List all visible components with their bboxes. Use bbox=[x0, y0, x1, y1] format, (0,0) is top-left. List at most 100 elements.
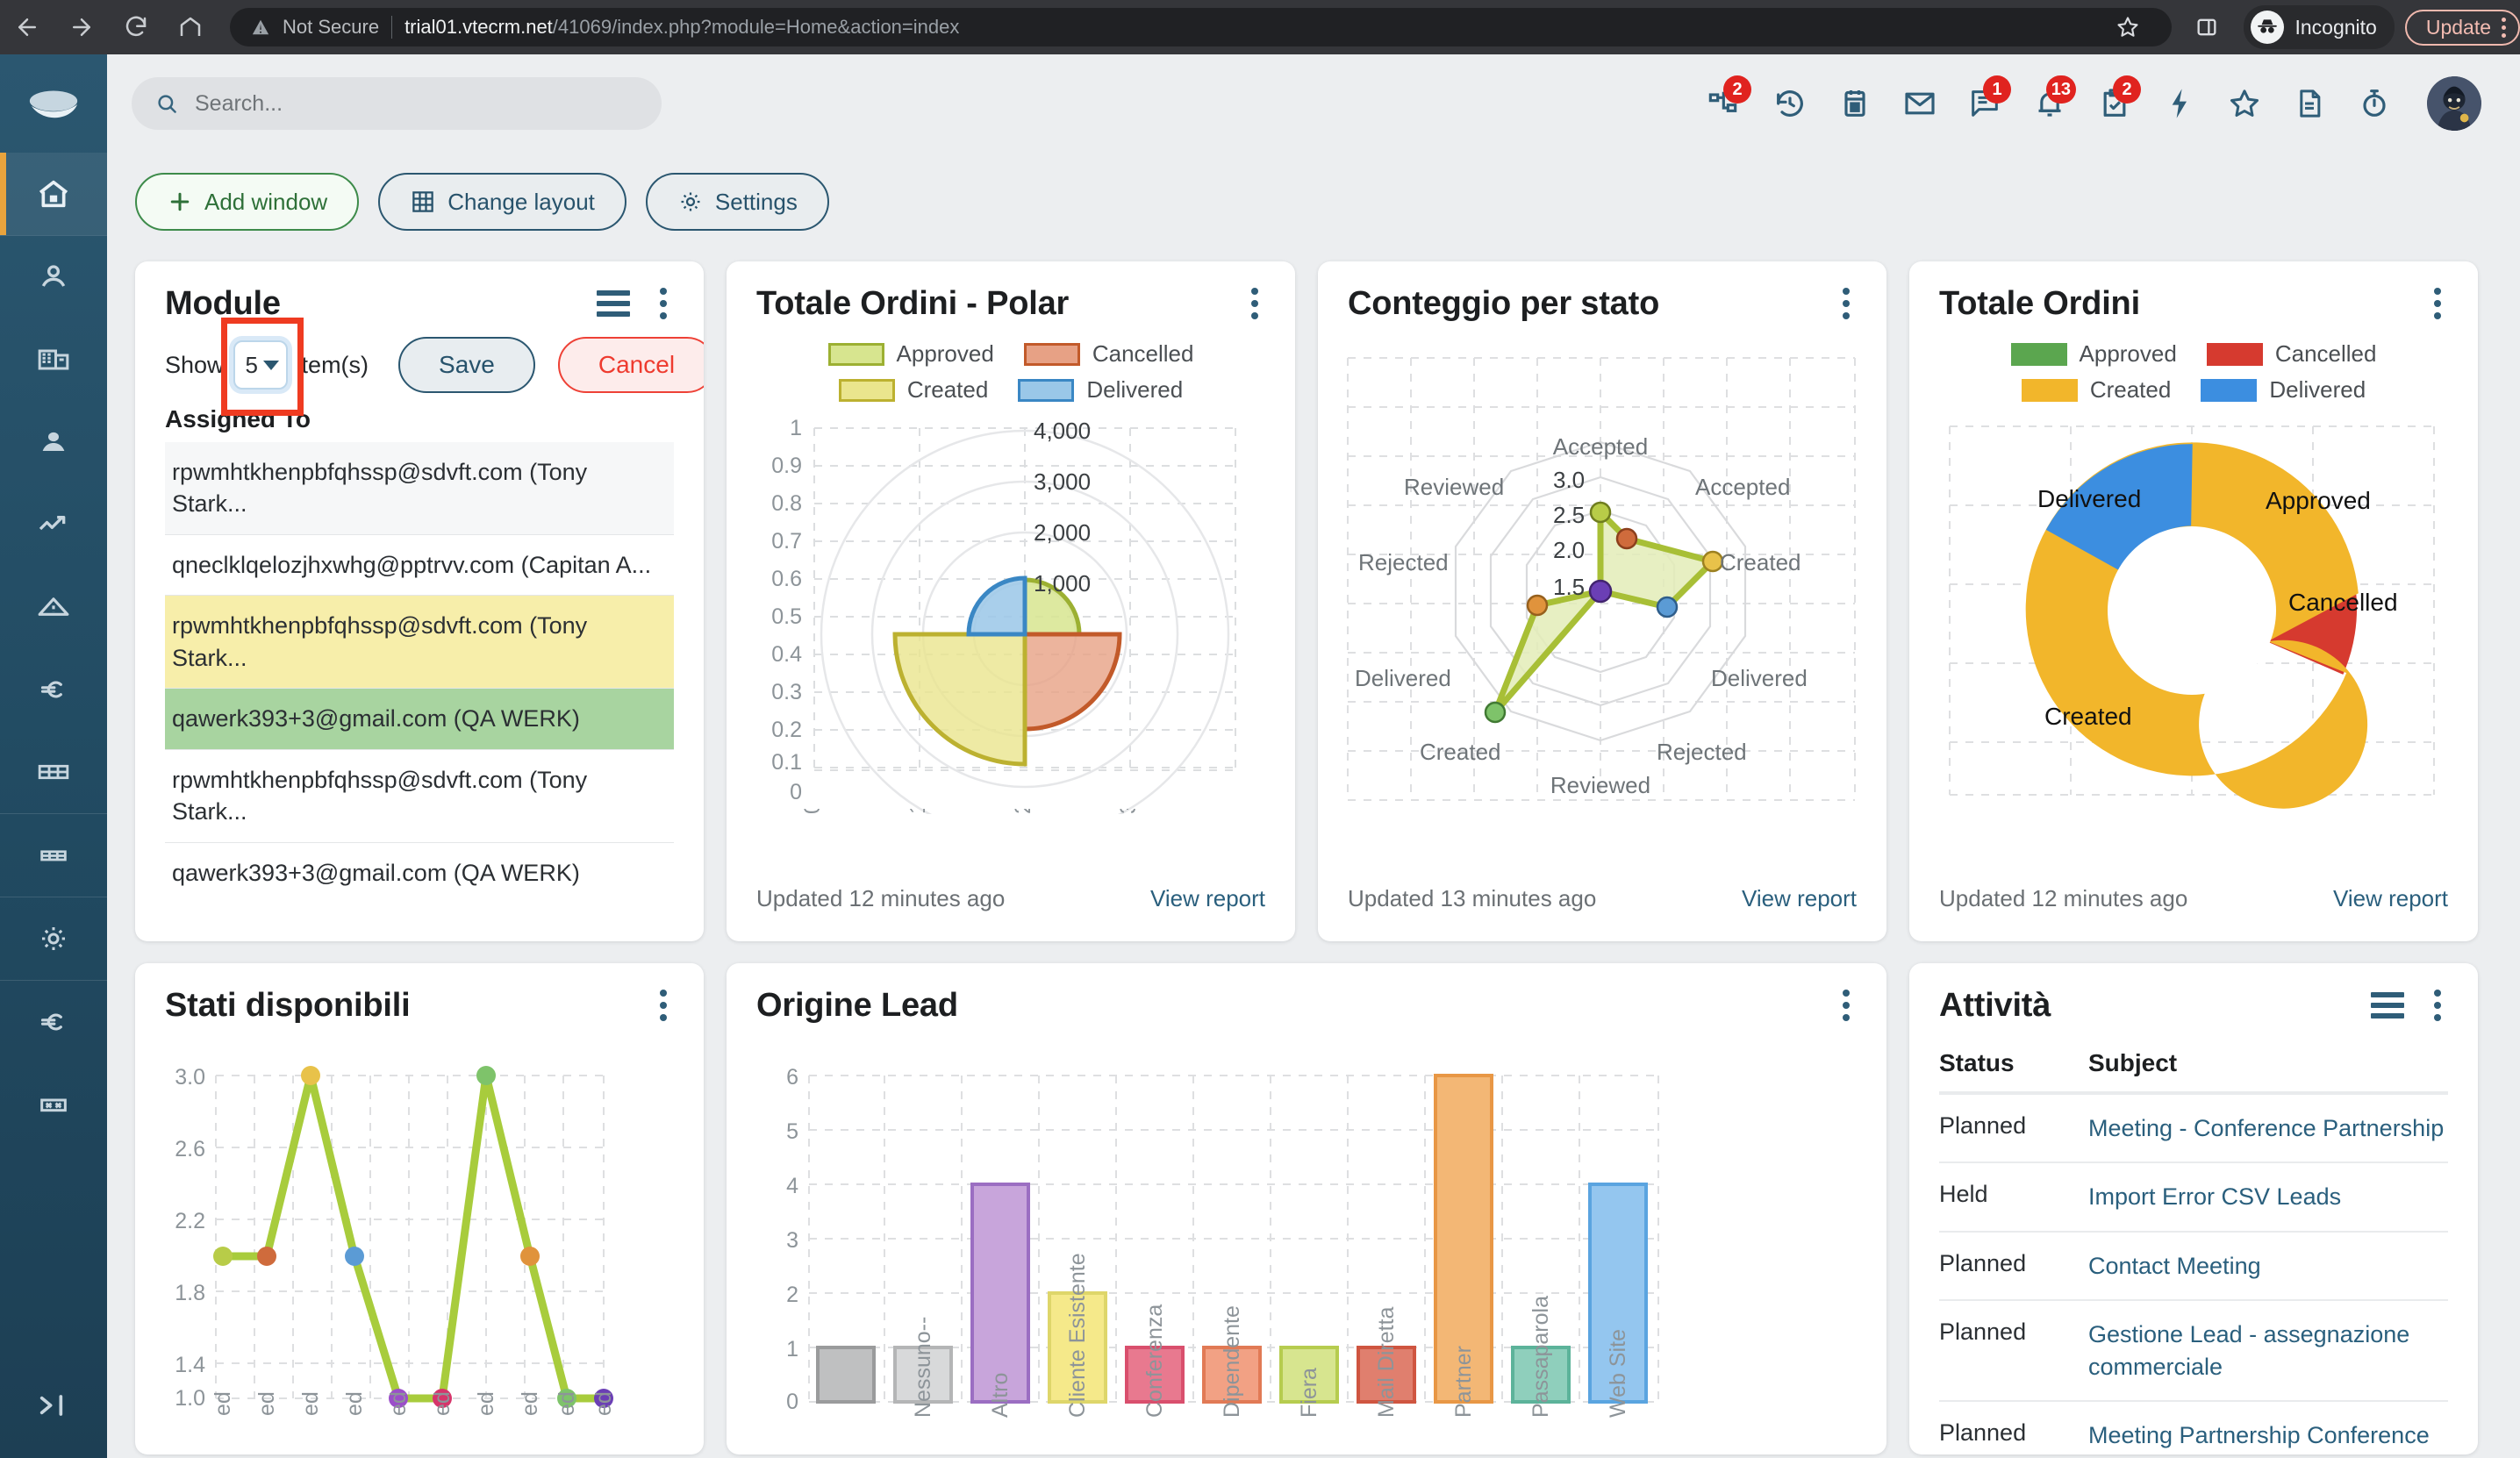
widget-menu-icon[interactable] bbox=[2427, 284, 2448, 323]
widget-title: Conteggio per stato bbox=[1348, 284, 1660, 322]
side-panel-icon[interactable] bbox=[2184, 4, 2230, 50]
list-item[interactable]: qawerk393+3@gmail.com (QA WERK) bbox=[165, 689, 674, 750]
star-icon[interactable] bbox=[2220, 79, 2269, 128]
y-tick: 3 bbox=[786, 1228, 798, 1253]
avatar[interactable] bbox=[2427, 76, 2481, 131]
view-report-link[interactable]: View report bbox=[1742, 885, 1857, 912]
mail-icon[interactable] bbox=[1895, 79, 1944, 128]
cell-subject[interactable]: Meeting Partnership Conference bbox=[2088, 1419, 2430, 1451]
widget-menu-icon[interactable] bbox=[1244, 284, 1265, 323]
widget-menu-icon[interactable] bbox=[653, 986, 674, 1025]
cell-subject[interactable]: Import Error CSV Leads bbox=[2088, 1181, 2341, 1212]
settings-button[interactable]: Settings bbox=[645, 173, 829, 231]
app-logo-icon[interactable] bbox=[0, 54, 107, 153]
profile-chip[interactable]: Incognito bbox=[2244, 5, 2395, 49]
add-window-label: Add window bbox=[204, 188, 328, 215]
widget-menu-icon[interactable] bbox=[653, 284, 674, 323]
tasks-icon[interactable]: 2 bbox=[2090, 75, 2141, 128]
list-item[interactable]: rpwmhtkhenpbfqhssp@sdvft.com (Tony Stark… bbox=[165, 596, 674, 690]
org-chart-icon[interactable]: 2 bbox=[1700, 75, 1751, 128]
cell-subject[interactable]: Gestione Lead - assegnazione commerciale bbox=[2088, 1319, 2448, 1383]
radar-axis-label: Accepted bbox=[1695, 474, 1790, 500]
sidebar-item-campaign[interactable] bbox=[0, 566, 107, 648]
grid-icon bbox=[412, 191, 433, 212]
table-row: Planned Meeting Partnership Conference bbox=[1939, 1402, 2448, 1454]
sidebar-item-contact[interactable] bbox=[0, 401, 107, 483]
radial-tick: 1,000 bbox=[1034, 570, 1091, 597]
list-item[interactable]: qawerk393+3@gmail.com (QA WERK) bbox=[165, 843, 674, 903]
sidebar-item-price[interactable] bbox=[0, 981, 107, 1063]
widget-stati-disponibili: Stati disponibili 3.0 2.6 2.2 1.8 1.4 1.… bbox=[135, 963, 704, 1454]
widget-menu-icon[interactable] bbox=[1836, 986, 1857, 1025]
radar-chart: Accepted Accepted Created Delivered Reje… bbox=[1318, 332, 1886, 837]
legend-label: Cancelled bbox=[1092, 340, 1194, 367]
sidebar-item-home[interactable] bbox=[0, 153, 107, 235]
y-tick: 0 bbox=[786, 1390, 798, 1414]
bolt-icon[interactable] bbox=[2155, 79, 2204, 128]
y-tick: 6 bbox=[786, 1065, 798, 1090]
radial-tick: 2,000 bbox=[1034, 519, 1091, 546]
show-count-select-wrapper: 5 bbox=[220, 318, 304, 416]
calendar-icon[interactable] bbox=[1830, 79, 1879, 128]
comments-icon[interactable]: 1 bbox=[1960, 75, 2011, 128]
y-tick: 0.2 bbox=[771, 718, 802, 742]
change-layout-button[interactable]: Change layout bbox=[378, 173, 626, 231]
back-icon[interactable] bbox=[0, 0, 54, 54]
sidebar-item-products[interactable] bbox=[0, 814, 107, 897]
cell-subject[interactable]: Meeting - Conference Partnership bbox=[2088, 1112, 2444, 1144]
radar-axis-label: Created bbox=[1420, 739, 1501, 765]
expand-sidebar-icon[interactable] bbox=[0, 1353, 107, 1458]
show-count-select[interactable]: 5 bbox=[233, 340, 288, 390]
chrome-menu-icon[interactable] bbox=[2502, 17, 2506, 38]
sidebar-item-inventory[interactable] bbox=[0, 1063, 107, 1146]
x-tick: Cliente Esistente bbox=[1065, 1253, 1090, 1418]
document-icon[interactable] bbox=[2285, 79, 2334, 128]
y-tick: 1 bbox=[786, 1337, 798, 1362]
bell-icon[interactable]: 13 bbox=[2025, 75, 2076, 128]
list-item[interactable]: qneclklqelozjhxwhg@pptrvv.com (Capitan A… bbox=[165, 535, 674, 597]
sidebar-item-opportunity[interactable] bbox=[0, 483, 107, 566]
y-tick: 4 bbox=[786, 1174, 798, 1198]
updated-text: Updated 12 minutes ago bbox=[756, 884, 1006, 911]
gear-icon bbox=[681, 192, 700, 211]
sidebar-item-settings[interactable] bbox=[0, 897, 107, 980]
forward-icon[interactable] bbox=[54, 0, 109, 54]
bookmark-star-icon[interactable] bbox=[2105, 4, 2151, 50]
update-button[interactable]: Update bbox=[2404, 9, 2520, 46]
radial-tick: 1.5 bbox=[1553, 574, 1585, 600]
legend-item: Approved bbox=[827, 340, 994, 368]
widget-header: Conteggio per stato bbox=[1318, 261, 1886, 332]
home-icon[interactable] bbox=[163, 0, 218, 54]
sidebar-item-organization[interactable] bbox=[0, 318, 107, 401]
timer-icon[interactable] bbox=[2350, 79, 2399, 128]
save-button[interactable]: Save bbox=[398, 337, 535, 393]
widget-header: Attività bbox=[1909, 963, 2478, 1033]
view-report-link[interactable]: View report bbox=[1150, 885, 1265, 912]
badge-count: 13 bbox=[2045, 75, 2076, 104]
list-item[interactable]: rpwmhtkhenpbfqhssp@sdvft.com (Tony Stark… bbox=[165, 750, 674, 843]
widget-menu-icon[interactable] bbox=[1836, 284, 1857, 323]
search-input[interactable]: Search... bbox=[132, 77, 662, 130]
legend-item: Created bbox=[838, 376, 988, 404]
radial-tick: 2.0 bbox=[1553, 537, 1585, 563]
radar-axis-label: Delivered bbox=[1711, 665, 1808, 691]
widget-header: Totale Ordini bbox=[1909, 261, 2478, 332]
history-icon[interactable] bbox=[1765, 79, 1815, 128]
address-bar[interactable]: Not Secure trial01.vtecrm.net/41069/inde… bbox=[230, 8, 2173, 46]
radar-axis-label: Reviewed bbox=[1550, 772, 1650, 798]
cancel-button[interactable]: Cancel bbox=[557, 337, 704, 393]
view-report-link[interactable]: View report bbox=[2333, 885, 2448, 912]
radial-tick: 4,000 bbox=[1034, 418, 1091, 444]
list-item[interactable]: rpwmhtkhenpbfqhssp@sdvft.com (Tony Stark… bbox=[165, 442, 674, 535]
list-view-icon[interactable] bbox=[2371, 992, 2404, 1018]
reload-icon[interactable] bbox=[109, 0, 163, 54]
legend-swatch bbox=[2021, 378, 2078, 402]
cell-subject[interactable]: Contact Meeting bbox=[2088, 1250, 2261, 1282]
sidebar-item-quote[interactable] bbox=[0, 648, 107, 731]
sidebar-item-invoice[interactable] bbox=[0, 731, 107, 813]
sidebar-item-lead[interactable] bbox=[0, 236, 107, 318]
widget-menu-icon[interactable] bbox=[2427, 986, 2448, 1025]
list-view-icon[interactable] bbox=[597, 290, 630, 317]
add-window-button[interactable]: Add window bbox=[135, 173, 360, 231]
x-tick: ed bbox=[342, 1391, 367, 1416]
